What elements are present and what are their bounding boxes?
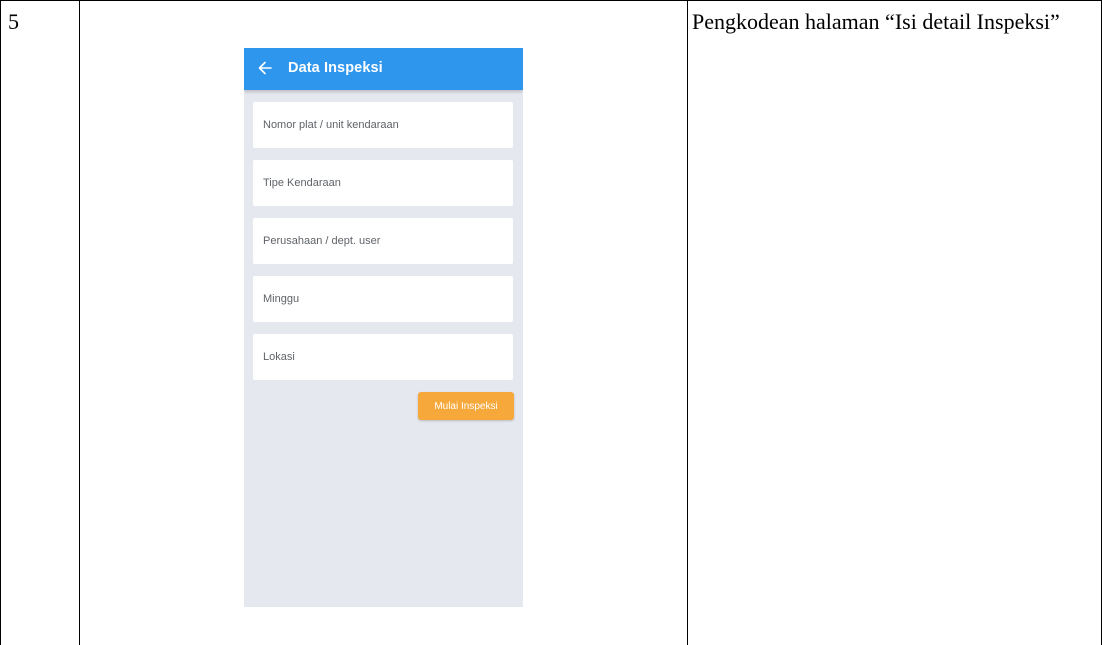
app-bar: Data Inspeksi xyxy=(244,48,523,90)
start-inspection-button[interactable]: Mulai Inspeksi xyxy=(418,392,514,420)
plate-number-field[interactable] xyxy=(253,102,513,148)
vehicle-type-field[interactable] xyxy=(253,160,513,206)
document-table: 5 Data Inspeksi Mulai Inspeksi Pengkodea… xyxy=(0,0,1102,645)
company-department-field[interactable] xyxy=(253,218,513,264)
phone-screenshot: Data Inspeksi Mulai Inspeksi xyxy=(244,48,523,607)
app-title: Data Inspeksi xyxy=(288,60,383,76)
row-number: 5 xyxy=(8,9,19,34)
column-divider xyxy=(79,1,80,645)
row-description: Pengkodean halaman “Isi detail Inspeksi” xyxy=(692,9,1060,34)
arrow-left-icon[interactable] xyxy=(256,58,274,78)
column-divider xyxy=(687,1,688,645)
location-field[interactable] xyxy=(253,334,513,380)
week-field[interactable] xyxy=(253,276,513,322)
